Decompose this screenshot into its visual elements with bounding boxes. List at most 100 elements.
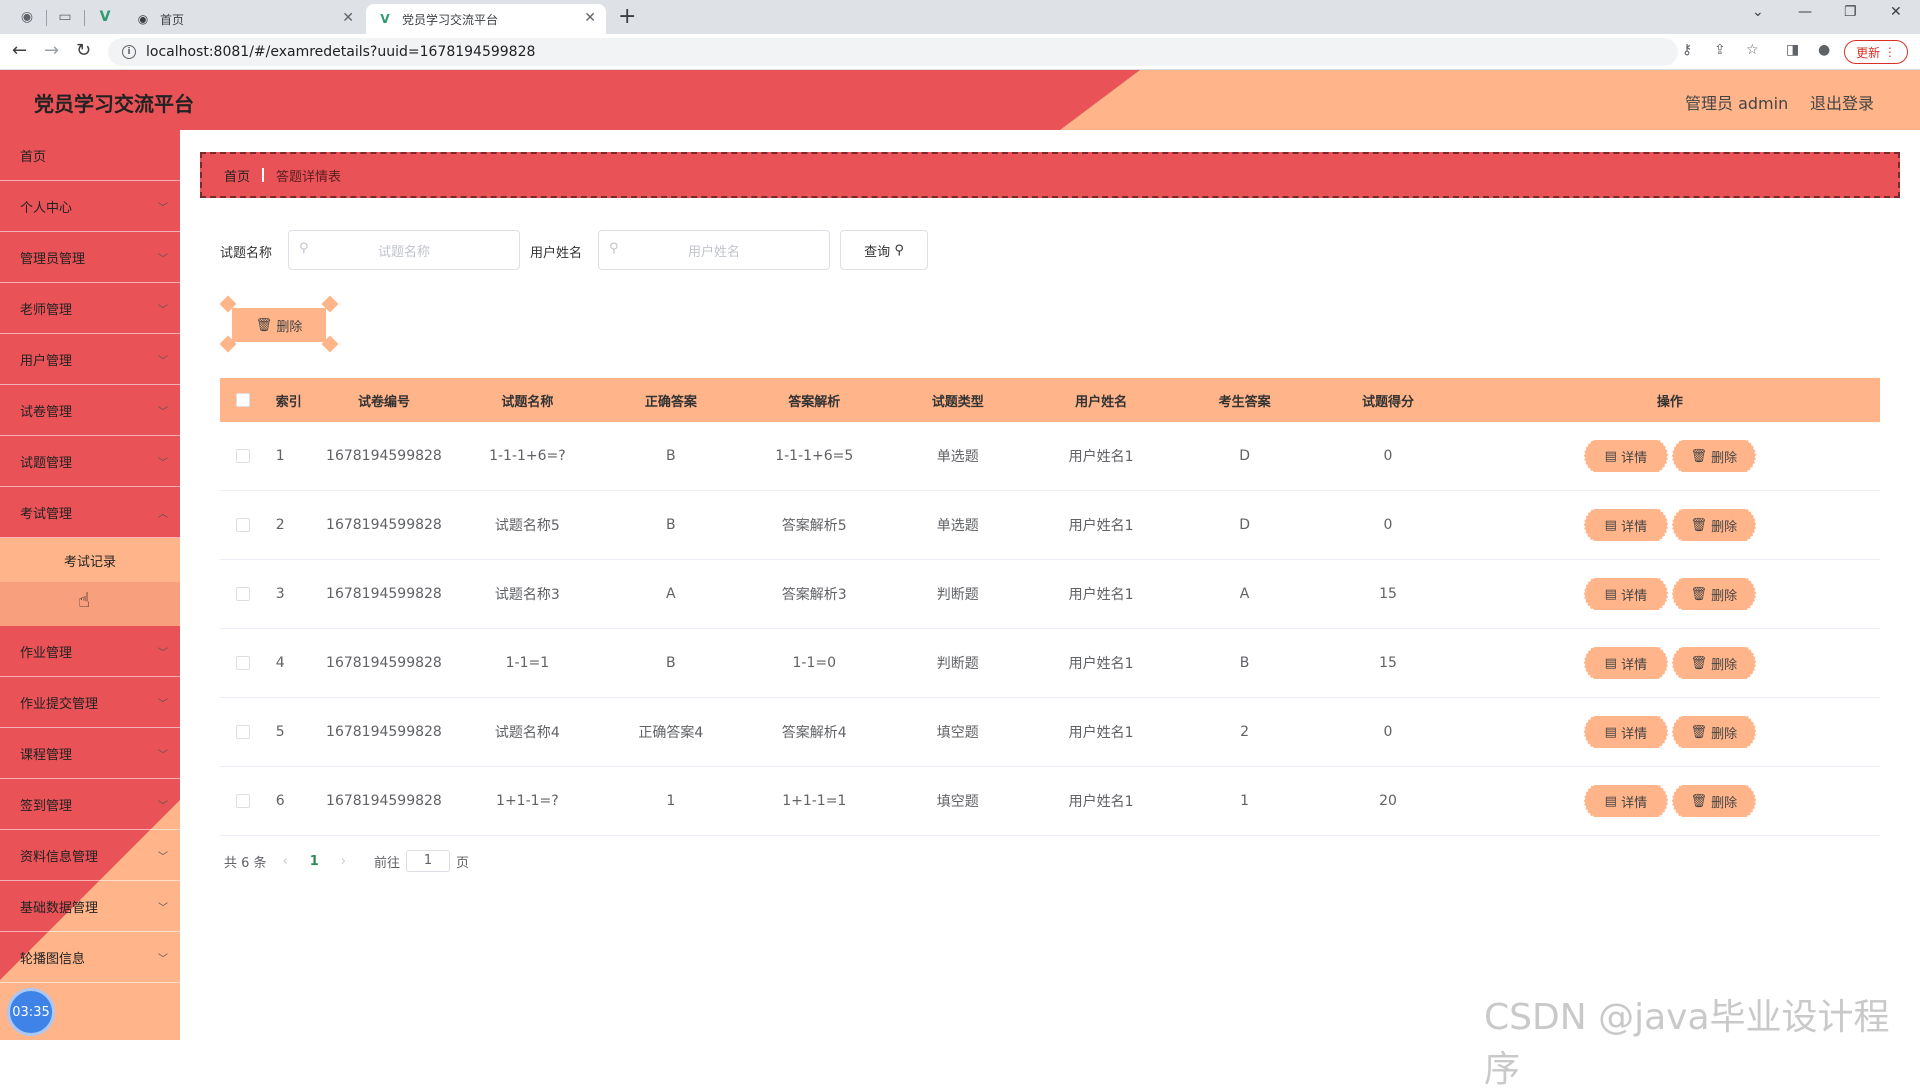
delete-button[interactable]: 🗑 删除	[1671, 716, 1756, 748]
globe-icon[interactable]: ◉	[18, 8, 36, 26]
delete-button[interactable]: 🗑 删除	[1671, 785, 1756, 817]
query-button[interactable]: 查询 ⚲	[840, 230, 928, 270]
row-select-cell	[220, 587, 266, 601]
pagination: 共 6 条 ‹ 1 › 前往 1 页	[224, 850, 469, 872]
browser-tab-active[interactable]: V 党员学习交流平台 ✕	[366, 4, 606, 34]
breadcrumb: 首页 答题详情表	[200, 152, 1900, 198]
vue-favicon-icon[interactable]: V	[96, 8, 114, 26]
chevron-down-icon: ﹀	[158, 356, 168, 367]
chevron-down-icon[interactable]: ⌄	[1752, 4, 1764, 20]
row-checkbox[interactable]	[235, 794, 250, 808]
sidebar-item-basic-data[interactable]: 基础数据管理 ﹀	[0, 881, 180, 932]
sidebar-item-home[interactable]: 首页	[0, 130, 180, 181]
cell-user-name: 用户姓名1	[1068, 725, 1134, 741]
select-all-checkbox[interactable]	[235, 393, 250, 407]
delete-button[interactable]: 🗑 删除	[1671, 647, 1756, 679]
sidebar-item-course-manage[interactable]: 课程管理 ﹀	[0, 728, 180, 779]
row-checkbox[interactable]	[235, 449, 250, 463]
header-question-type: 试题类型	[931, 394, 984, 410]
minimize-icon[interactable]: —	[1798, 4, 1812, 20]
detail-button[interactable]: ▤ 详情	[1583, 647, 1668, 679]
sidebar-item-question-manage[interactable]: 试题管理 ﹀	[0, 436, 180, 487]
sidebar-item-carousel[interactable]: 轮播图信息 ﹀	[0, 932, 180, 983]
window-close-icon[interactable]: ✕	[1890, 4, 1902, 20]
sidebar-item-exam-manage[interactable]: 考试管理 ︿	[0, 487, 180, 538]
pagination-goto-input[interactable]: 1	[406, 850, 451, 872]
header-question-name: 试题名称	[501, 394, 554, 410]
sidebar-item-label: 用户管理	[20, 353, 73, 369]
close-icon[interactable]: ✕	[342, 10, 354, 26]
delete-button[interactable]: 🗑 删除	[1671, 509, 1756, 541]
reload-icon[interactable]: ↻	[76, 40, 91, 61]
detail-button[interactable]: ▤ 详情	[1583, 716, 1668, 748]
logout-link[interactable]: 退出登录	[1810, 90, 1874, 114]
header-student-answer: 考生答案	[1218, 394, 1271, 410]
question-name-label: 试题名称	[220, 246, 273, 261]
user-name-input[interactable]: ⚲ 用户姓名	[598, 230, 830, 270]
info-icon[interactable]: i	[122, 45, 136, 59]
url-field[interactable]: i localhost:8081/#/examredetails?uuid=16…	[108, 38, 1678, 66]
sidepanel-icon[interactable]: ◨	[1786, 42, 1799, 58]
bulk-delete-button[interactable]: 🗑 删除	[232, 308, 326, 342]
next-page-icon[interactable]: ›	[341, 854, 346, 869]
detail-label: 详情	[1621, 588, 1648, 604]
trash-icon: 🗑	[1690, 448, 1708, 464]
sidebar-item-checkin-manage[interactable]: 签到管理 ﹀	[0, 779, 180, 830]
clock-widget[interactable]: 03:35	[7, 988, 55, 1036]
cell-analysis: 1+1-1=1	[782, 793, 847, 809]
delete-label: 删除	[1711, 726, 1738, 742]
sidebar-item-teacher-manage[interactable]: 老师管理 ﹀	[0, 283, 180, 334]
sidebar-item-material-manage[interactable]: 资料信息管理 ﹀	[0, 830, 180, 881]
cell-paper-id: 1678194599828	[326, 586, 442, 602]
chevron-down-icon: ﹀	[158, 852, 168, 863]
cell-index: 4	[275, 655, 285, 671]
row-checkbox[interactable]	[235, 656, 250, 670]
close-icon[interactable]: ✕	[584, 10, 596, 26]
cell-student-answer: 1	[1240, 793, 1250, 809]
sidebar-item-personal-center[interactable]: 个人中心 ﹀	[0, 181, 180, 232]
sidebar-item-label: 签到管理	[20, 798, 73, 814]
sidebar-subitem-exam-record[interactable]: 考试记录	[0, 538, 180, 582]
cell-score: 20	[1379, 793, 1397, 809]
row-checkbox[interactable]	[235, 587, 250, 601]
cell-question-type: 判断题	[936, 587, 979, 603]
key-icon[interactable]: ⚷	[1682, 42, 1692, 58]
detail-button[interactable]: ▤ 详情	[1583, 578, 1668, 610]
new-tab-button[interactable]: +	[618, 4, 636, 29]
sidebar-item-homework-submit[interactable]: 作业提交管理 ﹀	[0, 677, 180, 728]
cell-correct-answer: B	[666, 655, 676, 671]
row-select-cell	[220, 656, 266, 670]
row-operations: ▤ 详情 🗑 删除	[1460, 509, 1880, 541]
star-icon[interactable]: ☆	[1746, 42, 1759, 58]
question-name-input[interactable]: ⚲ 试题名称	[288, 230, 520, 270]
tab-separator	[46, 10, 47, 26]
detail-button[interactable]: ▤ 详情	[1583, 509, 1668, 541]
browser-update-button[interactable]: 更新 ⋮	[1844, 40, 1908, 64]
globe-icon: ◉	[137, 12, 149, 26]
share-icon[interactable]: ⇪	[1714, 42, 1726, 58]
pagination-current-page[interactable]: 1	[310, 854, 319, 869]
delete-button[interactable]: 🗑 删除	[1671, 578, 1756, 610]
user-name-label: 用户姓名	[530, 246, 583, 261]
sidebar-item-homework-manage[interactable]: 作业管理 ﹀	[0, 626, 180, 677]
chevron-down-icon: ﹀	[158, 254, 168, 265]
back-icon[interactable]: ←	[12, 40, 27, 61]
cell-analysis: 1-1-1+6=5	[775, 448, 854, 464]
profile-icon[interactable]: ●	[1818, 42, 1830, 58]
restore-icon[interactable]: ❐	[1844, 4, 1857, 20]
sidebar-item-paper-manage[interactable]: 试卷管理 ﹀	[0, 385, 180, 436]
delete-label: 删除	[1711, 588, 1738, 604]
sidebar-item-admin-manage[interactable]: 管理员管理 ﹀	[0, 232, 180, 283]
delete-button[interactable]: 🗑 删除	[1671, 440, 1756, 472]
browser-tab-home[interactable]: ◉ 首页 ✕	[124, 4, 364, 34]
row-checkbox[interactable]	[235, 725, 250, 739]
sidebar-subitem-label: 考试记录	[63, 554, 116, 570]
row-checkbox[interactable]	[235, 518, 250, 532]
breadcrumb-home[interactable]: 首页	[224, 166, 250, 185]
detail-button[interactable]: ▤ 详情	[1583, 440, 1668, 472]
forward-icon[interactable]: →	[44, 40, 59, 61]
detail-button[interactable]: ▤ 详情	[1583, 785, 1668, 817]
window-icon[interactable]: ▭	[56, 8, 74, 26]
prev-page-icon[interactable]: ‹	[283, 854, 288, 869]
sidebar-item-user-manage[interactable]: 用户管理 ﹀	[0, 334, 180, 385]
